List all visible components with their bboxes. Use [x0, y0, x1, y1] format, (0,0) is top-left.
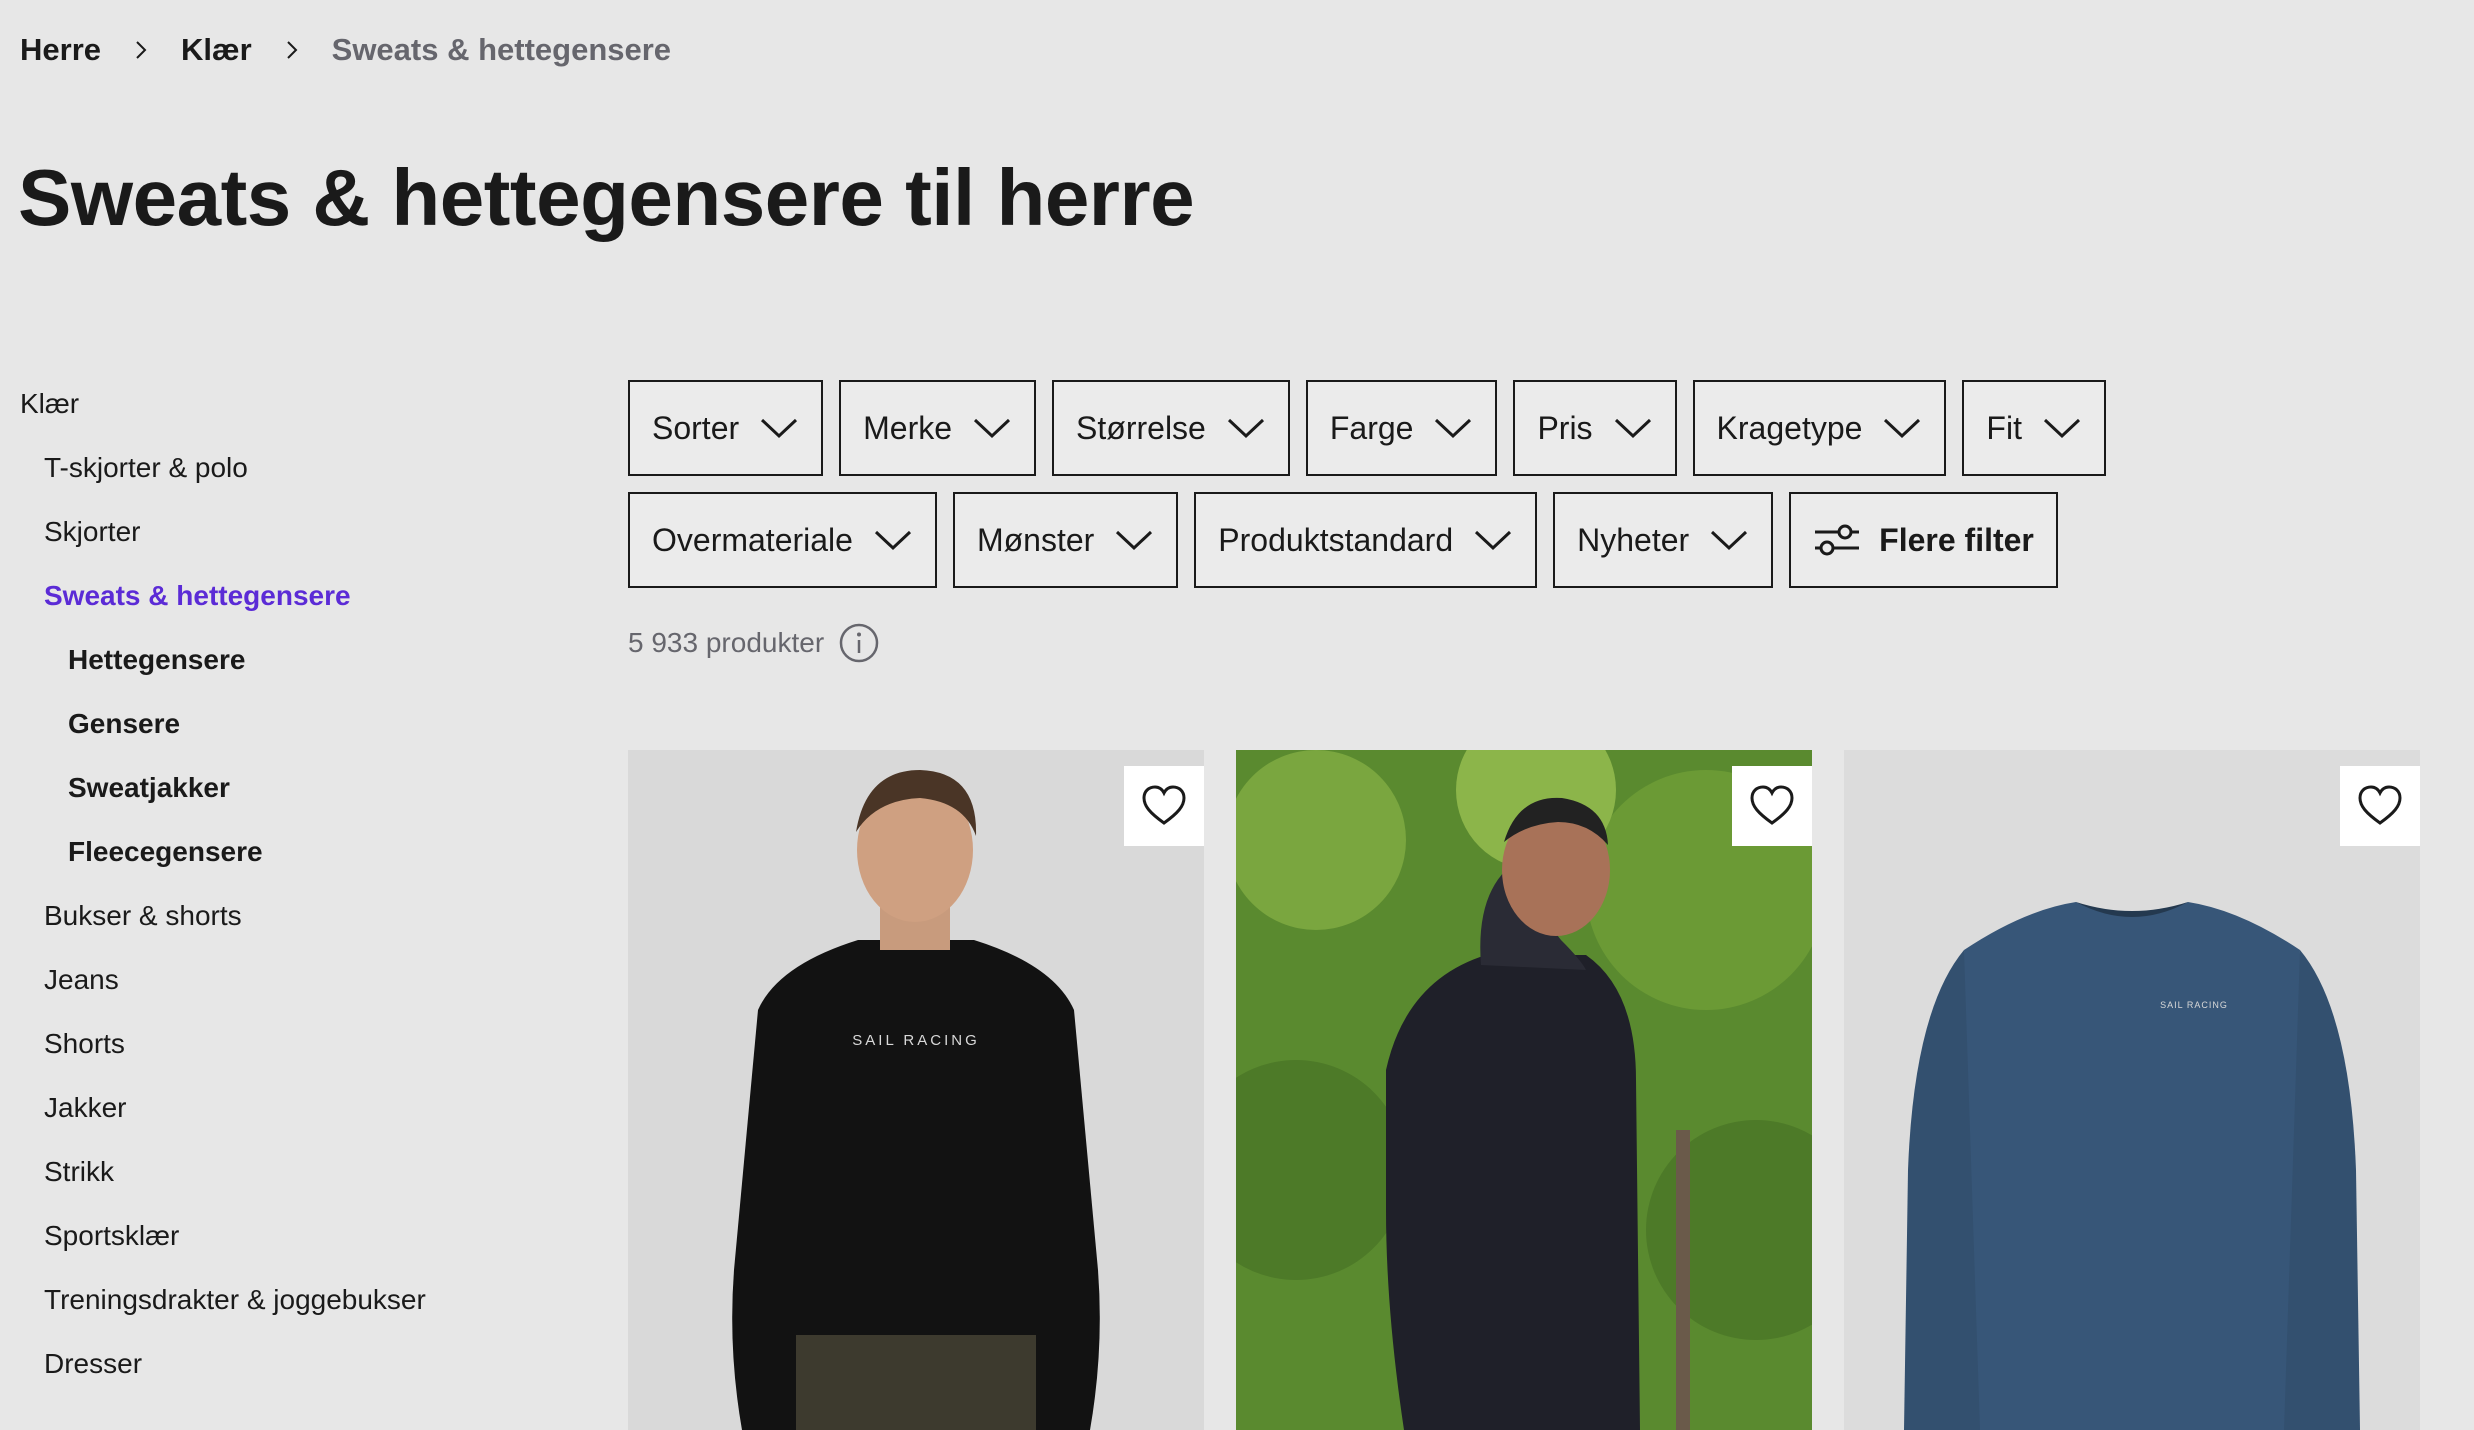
filter-farge[interactable]: Farge [1305, 380, 1498, 476]
filter-label: Størrelse [1076, 409, 1206, 446]
sidebar-item-jakker[interactable]: Jakker [20, 1076, 580, 1140]
product-image-man-hoodie-forest[interactable] [1236, 750, 1812, 1430]
chevron-down-icon [1882, 416, 1922, 440]
filter-fit[interactable]: Fit [1962, 380, 2106, 476]
more-filters-button[interactable]: Flere filter [1789, 492, 2058, 588]
heart-icon [2358, 785, 2402, 825]
product-grid: SAIL RACING SAIL RACING [628, 750, 2420, 1430]
filter-label: Merke [863, 409, 953, 446]
sidebar-item-fleecegensere[interactable]: Fleecegensere [20, 820, 580, 884]
sidebar-item-dresser[interactable]: Dresser [20, 1332, 580, 1396]
chevron-down-icon [2042, 416, 2082, 440]
filter-monster[interactable]: Mønster [952, 492, 1179, 588]
filter-label: Farge [1329, 409, 1414, 446]
breadcrumb-herre[interactable]: Herre [20, 32, 101, 68]
filter-label: Mønster [976, 521, 1095, 558]
heart-icon [1750, 785, 1794, 825]
filter-bar: Sorter Merke Størrelse Farge Pris Kraget… [628, 380, 2428, 604]
filter-pris[interactable]: Pris [1513, 380, 1677, 476]
chevron-right-icon [101, 40, 181, 60]
breadcrumb: Herre Klær Sweats & hettegensere [20, 30, 671, 70]
chevron-right-icon [252, 40, 332, 60]
product-card[interactable]: SAIL RACING [1844, 750, 2420, 1430]
info-icon[interactable] [838, 622, 880, 664]
sidebar-item-gensere[interactable]: Gensere [20, 692, 580, 756]
filter-label: Overmateriale [652, 521, 853, 558]
brand-print: SAIL RACING [852, 1032, 979, 1049]
chevron-down-icon [1226, 416, 1266, 440]
sidebar-item-sportsklaer[interactable]: Sportsklær [20, 1204, 580, 1268]
favorite-button[interactable] [2340, 766, 2420, 846]
more-filters-label: Flere filter [1879, 521, 2034, 558]
chevron-down-icon [873, 528, 913, 552]
sidebar-item-treningsdrakter[interactable]: Treningsdrakter & joggebukser [20, 1268, 580, 1332]
sidebar-item-sweatjakker[interactable]: Sweatjakker [20, 756, 580, 820]
category-sidebar: Klær T-skjorter & polo Skjorter Sweats &… [20, 372, 580, 1396]
favorite-button[interactable] [1124, 766, 1204, 846]
sidebar-item-sweats-hettegensere[interactable]: Sweats & hettegensere [20, 564, 580, 628]
chevron-down-icon [1433, 416, 1473, 440]
chevron-down-icon [972, 416, 1012, 440]
filter-overmateriale[interactable]: Overmateriale [628, 492, 937, 588]
filter-label: Nyheter [1577, 521, 1690, 558]
filter-storrelse[interactable]: Størrelse [1052, 380, 1290, 476]
favorite-button[interactable] [1732, 766, 1812, 846]
filter-sorter[interactable]: Sorter [628, 380, 824, 476]
sidebar-item-skjorter[interactable]: Skjorter [20, 500, 580, 564]
product-image-man-black-sweater[interactable]: SAIL RACING [628, 750, 1204, 1430]
chevron-down-icon [1473, 528, 1513, 552]
sidebar-item-hettegensere[interactable]: Hettegensere [20, 628, 580, 692]
filter-label: Sorter [652, 409, 740, 446]
product-card[interactable] [1236, 750, 1812, 1430]
sliders-icon [1813, 520, 1861, 560]
sidebar-item-shorts[interactable]: Shorts [20, 1012, 580, 1076]
sidebar-item-bukser-shorts[interactable]: Bukser & shorts [20, 884, 580, 948]
filter-nyheter[interactable]: Nyheter [1553, 492, 1774, 588]
sidebar-item-t-skjorter-polo[interactable]: T-skjorter & polo [20, 436, 580, 500]
filter-label: Fit [1986, 409, 2022, 446]
sidebar-item-klaer[interactable]: Klær [20, 372, 580, 436]
heart-icon [1142, 785, 1186, 825]
chevron-down-icon [759, 416, 799, 440]
sidebar-item-strikk[interactable]: Strikk [20, 1140, 580, 1204]
chevron-down-icon [1114, 528, 1154, 552]
filter-produktstandard[interactable]: Produktstandard [1194, 492, 1538, 588]
filter-label: Kragetype [1716, 409, 1863, 446]
filter-label: Produktstandard [1218, 521, 1454, 558]
sidebar-item-jeans[interactable]: Jeans [20, 948, 580, 1012]
chevron-down-icon [1709, 528, 1749, 552]
page-title: Sweats & hettegensere til herre [18, 153, 1195, 242]
breadcrumb-current: Sweats & hettegensere [331, 32, 672, 67]
chevron-down-icon [1613, 416, 1653, 440]
product-count-text: 5 933 produkter [628, 627, 825, 658]
filter-kragetype[interactable]: Kragetype [1692, 380, 1947, 476]
product-image-navy-sweater[interactable]: SAIL RACING [1844, 750, 2420, 1430]
product-card[interactable]: SAIL RACING [628, 750, 1204, 1430]
brand-print: SAIL RACING [2160, 1000, 2228, 1010]
breadcrumb-klaer[interactable]: Klær [181, 32, 252, 68]
filter-merke[interactable]: Merke [839, 380, 1037, 476]
product-count: 5 933 produkter [628, 622, 880, 664]
filter-label: Pris [1537, 409, 1593, 446]
